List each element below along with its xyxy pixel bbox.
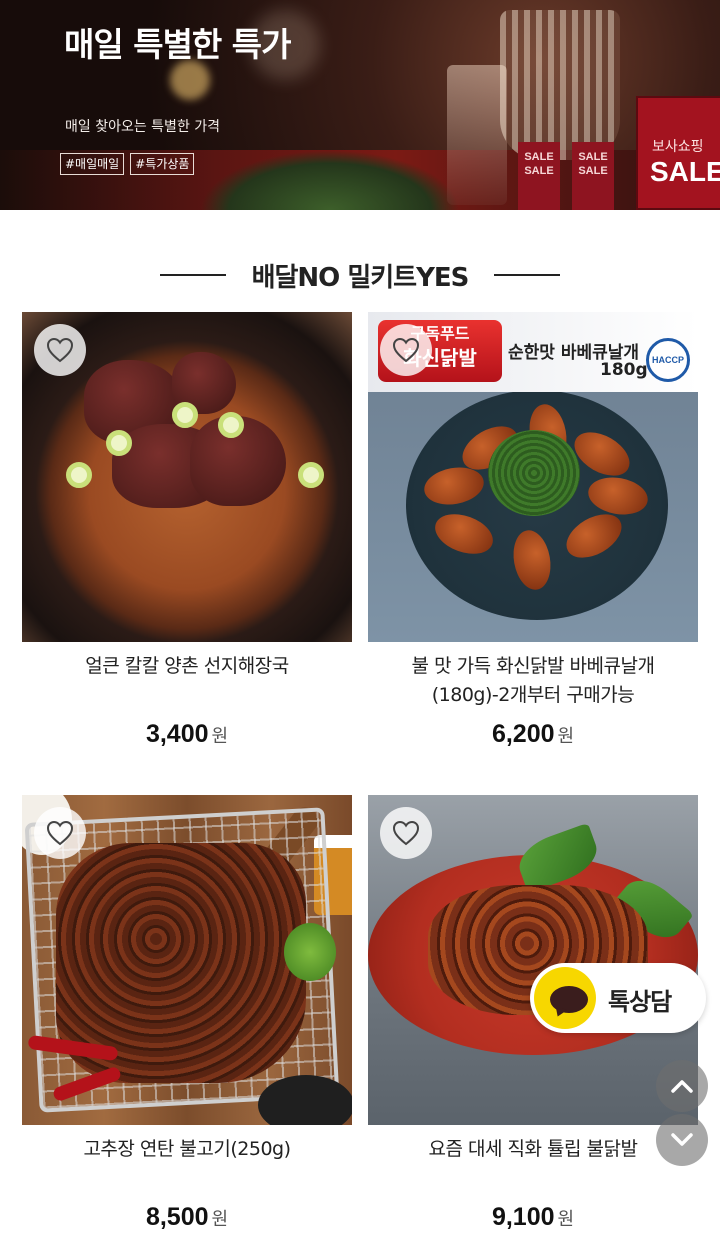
food-detail: [66, 462, 92, 488]
sale-tag: SALE SALE: [518, 142, 560, 210]
product-image[interactable]: [368, 795, 698, 1125]
banner-light: [170, 60, 210, 100]
heart-icon: [46, 820, 74, 846]
product-name[interactable]: 얼큰 칼칼 양촌 선지해장국: [22, 652, 352, 681]
heart-icon: [392, 820, 420, 846]
haccp-badge: HACCP: [646, 338, 690, 382]
price-value: 3,400: [145, 720, 209, 748]
sale-board: 보사쇼핑 SALE: [636, 96, 720, 210]
wishlist-button[interactable]: [34, 807, 86, 859]
chat-consult-button[interactable]: 톡상담: [530, 963, 706, 1033]
kakao-chat-icon: [534, 967, 596, 1029]
wishlist-button[interactable]: [34, 324, 86, 376]
food-detail: [218, 412, 244, 438]
food-detail: [298, 462, 324, 488]
product-name[interactable]: 불 맛 가득 화신닭발 바베큐날개 (180g)-2개부터 구매가능: [368, 652, 698, 710]
product-image[interactable]: [22, 312, 352, 642]
chat-label: 톡상담: [608, 988, 672, 1016]
banner-glass: [447, 65, 507, 205]
sale-tag: SALE SALE: [572, 142, 614, 210]
sale-board-small: 보사쇼핑: [652, 138, 704, 154]
heading-line-left: [159, 274, 226, 276]
food-detail: [488, 430, 580, 516]
promo-banner[interactable]: SALE SALE SALE SALE 보사쇼핑 SALE 매일 특별한 특가 …: [0, 0, 720, 210]
product-image[interactable]: 구독푸드 화신닭발 순한맛 바베큐날개 180g HACCP: [368, 312, 698, 642]
chevron-down-icon: [671, 1133, 693, 1146]
price-unit: 원: [557, 726, 575, 747]
price-value: 9,100: [491, 1203, 555, 1231]
banner-tag[interactable]: #매일매일: [60, 153, 125, 175]
wishlist-button[interactable]: [380, 807, 432, 859]
product-price: 8,500 원: [22, 1203, 352, 1232]
food-detail: [106, 430, 132, 456]
sale-board-big: SALE: [650, 156, 720, 187]
banner-title: 매일 특별한 특가: [64, 25, 292, 64]
product-name[interactable]: 고추장 연탄 불고기(250g): [22, 1135, 352, 1164]
product-price: 9,100 원: [368, 1203, 698, 1232]
food-detail: [284, 923, 336, 981]
product-price: 6,200 원: [368, 720, 698, 749]
heart-icon: [46, 337, 74, 363]
section-title: 배달NO 밀키트YES: [251, 262, 470, 293]
banner-subtitle: 매일 찾아오는 특별한 가격: [65, 119, 221, 135]
banner-tag[interactable]: #특가상품: [130, 153, 195, 175]
price-value: 6,200: [491, 720, 555, 748]
heading-line-right: [494, 274, 561, 276]
price-unit: 원: [557, 1209, 575, 1230]
image-weight: 180g: [600, 360, 648, 380]
food-detail: [258, 1075, 352, 1125]
price-unit: 원: [211, 726, 229, 747]
product-name[interactable]: 요즘 대세 직화 튤립 불닭발: [368, 1135, 698, 1164]
banner-garland: [200, 150, 460, 210]
section-heading: 배달NO 밀키트YES: [0, 255, 720, 295]
food-detail: [172, 402, 198, 428]
chevron-up-icon: [671, 1080, 693, 1093]
price-unit: 원: [211, 1209, 229, 1230]
banner-glass: [500, 10, 620, 160]
scroll-top-button[interactable]: [656, 1060, 708, 1112]
product-price: 3,400 원: [22, 720, 352, 749]
wishlist-button[interactable]: [380, 324, 432, 376]
heart-icon: [392, 337, 420, 363]
product-image[interactable]: [22, 795, 352, 1125]
banner-tags: #매일매일 #특가상품: [60, 153, 195, 175]
scroll-bottom-button[interactable]: [656, 1114, 708, 1166]
price-value: 8,500: [145, 1203, 209, 1231]
